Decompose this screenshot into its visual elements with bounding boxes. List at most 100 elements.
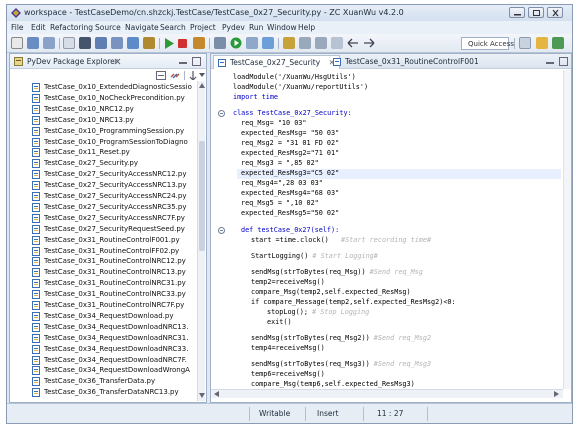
tree-item-file[interactable]: TestCase_0x27_SecurityAccessNRC24.py [32,191,196,202]
tree-item-file[interactable]: TestCase_0x31_RoutineControlFF02.py [32,246,196,257]
menu-search[interactable]: Search [160,23,186,32]
tree-item-file[interactable]: TestCase_0x31_RoutineControlNRC12.py [32,256,196,267]
link-with-editor-icon[interactable] [170,71,180,80]
tab-testcase-0x31-routinecontrol[interactable]: TestCase_0x31_RoutineControlF001 [329,55,483,69]
tree-item-file[interactable]: TestCase_0x34_RequestDownloadNRC13. [32,322,196,333]
minimize-view-icon[interactable] [179,58,187,65]
close-button[interactable] [547,7,563,18]
close-view-icon[interactable] [114,58,121,65]
tree-item-file[interactable]: TestCase_0x34_RequestDownload.py [32,311,196,322]
explorer-scroll-thumb[interactable] [199,141,205,251]
tree-item-file[interactable]: TestCase_0x10_NRC12.py [32,104,196,115]
minimize-view-icon[interactable] [546,59,554,65]
tree-item-file[interactable]: TestCase_0x34_RequestDownloadWrongA [32,365,196,376]
tree-item-file[interactable]: TestCase_0x31_RoutineControlNRC7F.py [32,300,196,311]
tree-item-file[interactable]: TestCase_0x11_Reset.py [32,147,196,158]
last-edit-icon[interactable] [331,37,343,49]
scroll-down-icon[interactable] [199,393,205,398]
tree-item-label: TestCase_0x31_RoutineControlNRC7F.py [44,301,185,309]
tree-item-file[interactable]: TestCase_0x27_SecurityAccessNRC7F.py [32,213,196,224]
scroll-left-icon[interactable] [214,391,219,397]
view-menu-icon[interactable] [199,73,205,78]
tree-item-file[interactable]: TestCase_0x36_TransferData.py [32,376,196,387]
fold-toggle-icon[interactable] [218,227,225,234]
tree-item-file[interactable]: TestCase_0x10_ProgramSessionToDiagno [32,137,196,148]
tab-testcase-0x27-security[interactable]: TestCase_0x27_Security ✕ [213,55,340,69]
tree-item-file[interactable]: TestCase_0x27_Security.py [32,158,196,169]
menu-source[interactable]: Source [95,23,121,32]
edit-pencil-icon[interactable] [143,37,155,49]
collapse-all-icon[interactable] [156,71,166,80]
previous-annotation-icon[interactable] [315,37,327,49]
perspective-icon[interactable] [552,37,564,49]
menu-navigate[interactable]: Navigate [125,23,159,32]
run-dropdown-icon[interactable] [230,37,242,49]
tree-item-file[interactable]: TestCase_0x10_ProgrammingSession.py [32,126,196,137]
debug-icon[interactable] [214,37,226,49]
tree-item-file[interactable]: TestCase_0x27_SecurityAccessNRC13.py [32,180,196,191]
folder-icon[interactable] [95,37,107,49]
package-explorer-tab[interactable]: PyDev Package Explorer [10,54,206,69]
quick-access-input[interactable]: Quick Access [461,37,514,50]
settings-icon[interactable] [63,37,75,49]
menu-project[interactable]: Project [190,23,216,32]
maximize-view-icon[interactable] [192,57,201,66]
forward-arrow-icon[interactable] [363,38,375,48]
coverage-icon[interactable] [246,37,258,49]
maximize-view-icon[interactable] [559,57,568,66]
menu-window[interactable]: Window [267,23,297,32]
code-line: import time [233,93,278,103]
filter-icon[interactable] [188,71,198,80]
tree-item-file[interactable]: TestCase_0x31_RoutineControlNRC13.py [32,267,196,278]
tree-item-file[interactable]: TestCase_0x34_RequestDownloadNRC33. [32,344,196,355]
tree-item-file[interactable]: TestCase_0x10_NoCheckPrecondition.py [32,93,196,104]
tree-item-file[interactable]: TestCase_0x31_RoutineControlNRC31.py [32,278,196,289]
pin-icon[interactable] [283,37,295,49]
terminal-icon[interactable] [193,37,205,49]
editor-scrollbar[interactable] [563,70,571,389]
save-icon[interactable] [27,37,39,49]
scroll-up-icon[interactable] [199,83,205,88]
python-file-icon [32,344,40,354]
screen-icon[interactable] [127,37,139,49]
file-tree: TestCase_0x10_ExtendedDiagnosticSessio Te… [10,82,196,400]
code-comment: #Send req_Msg2 [373,334,432,342]
menu-pydev[interactable]: Pydev [222,23,245,32]
tree-item-file[interactable]: TestCase_0x27_SecurityAccessNRC35.py [32,202,196,213]
tree-item-label: TestCase_0x27_SecurityAccessNRC7F.py [44,213,185,222]
new-icon[interactable] [11,37,23,49]
menu-refactoring[interactable]: Refactoring [50,23,93,32]
code-line: temp4=receiveMsg() [251,344,325,352]
run-icon[interactable] [164,38,174,49]
pydev-perspective-icon[interactable] [536,37,548,49]
tree-item-file[interactable]: TestCase_0x27_SecurityRequestSeed.py [32,224,196,235]
tree-item-file[interactable]: TestCase_0x10_ExtendedDiagnosticSessio [32,82,196,93]
menu-file[interactable]: File [11,23,24,32]
tree-item-file[interactable]: TestCase_0x36_TransferDataNRC13.py [32,387,196,398]
code-line: loadModule('/XuanWu/HsgUtils') [233,73,356,81]
fold-toggle-icon[interactable] [218,110,225,117]
back-arrow-icon[interactable] [347,38,359,48]
menu-help[interactable]: Help [298,23,315,32]
menu-run[interactable]: Run [249,23,263,32]
code-area[interactable]: loadModule('/XuanWu/HsgUtils') loadModul… [211,70,563,388]
open-folder-icon[interactable] [111,37,123,49]
next-annotation-icon[interactable] [299,37,311,49]
scroll-right-icon[interactable] [554,391,559,397]
tree-item-file[interactable]: TestCase_0x34_RequestDownloadNRC31. [32,333,196,344]
tree-item-file[interactable]: TestCase_0x31_RoutineControlF001.py [32,235,196,246]
menu-edit[interactable]: Edit [31,23,46,32]
debug-tool-icon[interactable] [79,37,91,49]
editor-horizontal-scrollbar[interactable] [211,389,563,398]
minimize-button[interactable] [509,7,525,18]
open-perspective-icon[interactable] [519,37,531,49]
tree-item-file[interactable]: TestCase_0x34_RequestDownloadNRC7F. [32,355,196,366]
save-all-icon[interactable] [43,37,55,49]
tree-item-file[interactable]: TestCase_0x31_RoutineControlNRC33.py [32,289,196,300]
stop-icon[interactable] [178,39,187,48]
maximize-button[interactable] [528,7,544,18]
tree-item-file[interactable]: TestCase_0x10_NRC13.py [32,115,196,126]
external-tools-icon[interactable] [262,37,274,49]
tree-item-file[interactable]: TestCase_0x27_SecurityAccessNRC12.py [32,169,196,180]
explorer-scrollbar[interactable] [197,81,205,401]
